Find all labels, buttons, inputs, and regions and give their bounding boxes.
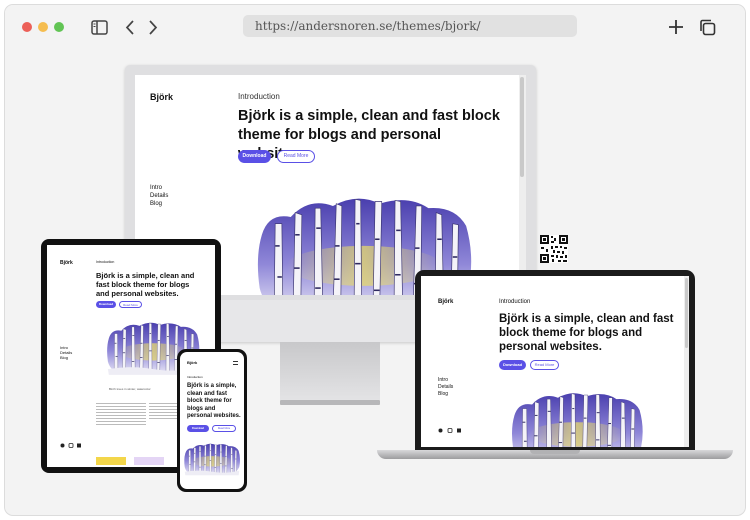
tablet-section-label: Introduction — [96, 260, 115, 264]
phone-read-more-button[interactable]: Read More — [212, 425, 236, 432]
tablet-nav-blog[interactable]: Blog — [60, 355, 68, 360]
minimize-window-button[interactable] — [38, 22, 48, 32]
close-window-button[interactable] — [22, 22, 32, 32]
phone-screen: Björk Introduction Björk is a simple, cl… — [180, 352, 244, 489]
sidebar-icon[interactable] — [89, 17, 109, 37]
maximize-window-button[interactable] — [54, 22, 64, 32]
laptop-hero-illustration — [511, 392, 644, 447]
laptop-scrollbar[interactable] — [684, 276, 689, 447]
laptop-notch — [530, 450, 580, 454]
nav-item-blog[interactable]: Blog — [150, 201, 162, 207]
tablet-card-1 — [96, 457, 126, 465]
address-bar[interactable]: https://andersnoren.se/themes/bjork/ — [243, 15, 577, 37]
phone-download-button[interactable]: Download — [187, 425, 209, 432]
laptop-nav-details[interactable]: Details — [438, 384, 453, 390]
download-button[interactable]: Download — [238, 150, 271, 163]
monitor-foot — [280, 400, 380, 405]
laptop-nav-intro[interactable]: Intro — [438, 377, 448, 383]
nav-item-intro[interactable]: Intro — [150, 185, 162, 191]
tablet-logo[interactable]: Björk — [60, 260, 73, 266]
tablet-text-block-2 — [149, 403, 179, 421]
section-label: Introduction — [238, 92, 280, 101]
phone-headline: Björk is a simple, clean and fast block … — [187, 383, 241, 419]
laptop-social-icons[interactable] — [438, 428, 466, 433]
browser-window: https://andersnoren.se/themes/bjork/ Bjö… — [5, 5, 745, 515]
phone-device: Björk Introduction Björk is a simple, cl… — [177, 349, 247, 492]
url-text: https://andersnoren.se/themes/bjork/ — [255, 19, 481, 33]
site-logo[interactable]: Björk — [150, 92, 173, 102]
phone-section-label: Introduction — [187, 375, 203, 379]
laptop-read-more-button[interactable]: Read More — [530, 360, 559, 370]
menu-icon[interactable] — [233, 361, 238, 365]
scrollbar[interactable] — [519, 75, 526, 295]
tablet-text-block — [96, 403, 146, 427]
plus-icon[interactable] — [666, 17, 686, 37]
chevron-left-icon[interactable] — [120, 17, 140, 37]
browser-toolbar: https://andersnoren.se/themes/bjork/ — [5, 5, 745, 49]
laptop-device: Björk Introduction Björk is a simple, cl… — [415, 270, 695, 450]
laptop-section-label: Introduction — [499, 299, 531, 305]
chevron-right-icon[interactable] — [143, 17, 163, 37]
tablet-download-button[interactable]: Download — [96, 301, 116, 308]
qr-code-icon[interactable] — [540, 235, 568, 263]
tablet-card-2 — [134, 457, 164, 465]
read-more-button[interactable]: Read More — [277, 150, 315, 163]
laptop-nav-blog[interactable]: Blog — [438, 391, 448, 397]
tablet-headline: Björk is a simple, clean and fast block … — [96, 271, 195, 298]
phone-logo[interactable]: Björk — [187, 360, 197, 365]
laptop-logo[interactable]: Björk — [438, 299, 453, 305]
nav-item-details[interactable]: Details — [150, 193, 168, 199]
tablet-read-more-button[interactable]: Read More — [119, 301, 142, 308]
product-mockup: Björk Introduction Björk is a simple, cl… — [5, 49, 745, 515]
phone-hero-illustration — [184, 443, 241, 476]
monitor-stand — [280, 342, 380, 400]
tablet-social-icons[interactable] — [60, 443, 88, 448]
tablet-image-caption: Birch trees in winter, watercolor — [109, 387, 151, 391]
laptop-download-button[interactable]: Download — [499, 360, 526, 370]
tabs-icon[interactable] — [697, 17, 717, 37]
laptop-screen: Björk Introduction Björk is a simple, cl… — [421, 276, 689, 447]
laptop-headline: Björk is a simple, clean and fast block … — [499, 313, 674, 353]
